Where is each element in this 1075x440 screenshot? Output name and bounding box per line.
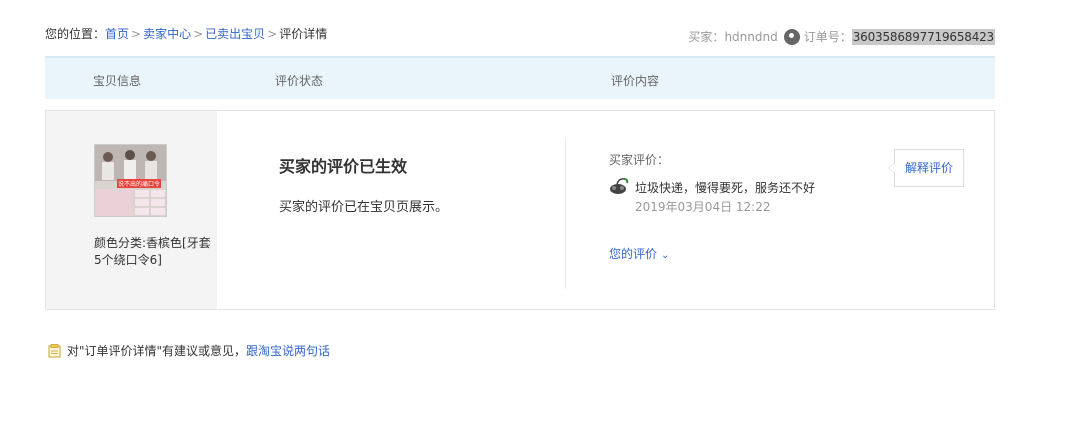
table-header: 宝贝信息 评价状态 评价内容 xyxy=(45,56,995,99)
column-header-content: 评价内容 xyxy=(611,74,660,88)
breadcrumb: 您的位置：首页 > 卖家中心 > 已卖出宝贝 > 评价详情 xyxy=(45,25,327,42)
buyer-review-label: 买家评价： xyxy=(609,153,670,167)
column-header-item: 宝贝信息 xyxy=(93,74,142,88)
rate-status-description: 买家的评价已在宝贝页展示。 xyxy=(279,200,449,215)
my-rate-label: 您的评价 xyxy=(609,247,658,261)
breadcrumb-current: 评价详情 xyxy=(279,27,328,41)
buyer-label: 买家： xyxy=(688,30,725,44)
rate-status-title: 买家的评价已生效 xyxy=(279,157,408,176)
feedback-note-icon xyxy=(48,343,61,357)
thumb-caption: 说不出的痛口令 xyxy=(118,180,160,188)
column-divider xyxy=(565,139,566,289)
chevron-down-icon: ⌄ xyxy=(661,250,670,261)
breadcrumb-home-link[interactable]: 首页 xyxy=(105,27,129,41)
breadcrumb-separator: > xyxy=(193,27,204,41)
negative-rating-icon xyxy=(610,178,629,194)
my-rate-toggle[interactable]: 您的评价 ⌄ xyxy=(609,245,669,262)
item-thumbnail[interactable]: 说不出的痛口令 xyxy=(94,144,167,217)
order-number-label: 订单号： xyxy=(803,30,852,44)
buyer-name[interactable]: hdnndnd xyxy=(724,30,777,44)
breadcrumb-separator: > xyxy=(131,27,142,41)
explain-review-button[interactable]: 解释评价 xyxy=(888,149,964,187)
breadcrumb-separator: > xyxy=(267,27,278,41)
column-header-status: 评价状态 xyxy=(275,74,324,88)
order-meta: 买家： hdnndnd 订单号： 3603586897719658423 xyxy=(688,28,995,45)
buyer-review-text: 垃圾快递，慢得要死，服务还不好 xyxy=(635,181,816,195)
item-thumbnail-image: 说不出的痛口令 xyxy=(95,145,166,216)
feedback-link[interactable]: 跟淘宝说两句话 xyxy=(246,342,330,359)
feedback-row: 对"订单评价详情"有建议或意见， 跟淘宝说两句话 xyxy=(48,342,330,359)
item-sku: 颜色分类:香槟色[牙套5个绕口令6] xyxy=(94,236,211,267)
order-number: 3603586897719658423 xyxy=(851,28,995,45)
feedback-text: 对"订单评价详情"有建议或意见， xyxy=(67,344,247,358)
breadcrumb-seller-center-link[interactable]: 卖家中心 xyxy=(143,27,191,41)
buyer-review-time: 2019年03月04日 12:22 xyxy=(635,200,771,214)
wangwang-chat-icon[interactable] xyxy=(783,28,800,45)
breadcrumb-sold-items-link[interactable]: 已卖出宝贝 xyxy=(205,27,265,41)
breadcrumb-prefix: 您的位置： xyxy=(45,27,106,41)
rate-detail-card: 说不出的痛口令 颜色分类:香槟色[牙套5个绕口令6] 买家的评价已生效 买家的评… xyxy=(45,110,995,310)
